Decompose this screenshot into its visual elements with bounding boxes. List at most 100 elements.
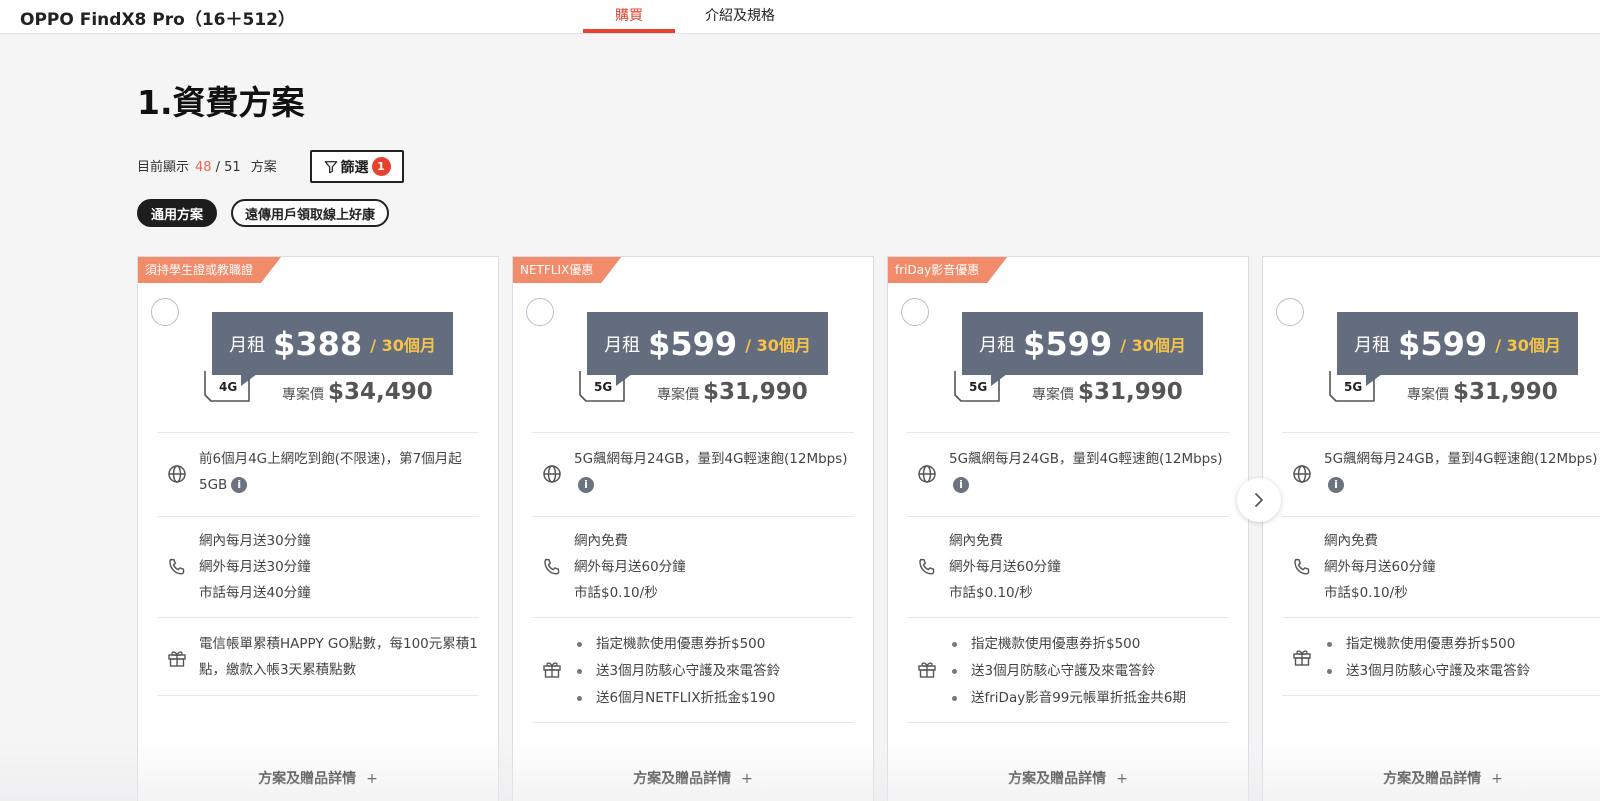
info-icon[interactable]: i	[953, 477, 969, 493]
gift-icon	[166, 647, 188, 669]
plus-icon: +	[1491, 771, 1503, 787]
monthly-price: $599	[1398, 324, 1488, 363]
network-type: 5G	[1344, 380, 1363, 394]
voice-allowance-line: 網外每月送60分鐘	[574, 559, 686, 575]
info-icon[interactable]: i	[578, 477, 594, 493]
data-allowance: 5G飆網每月24GB，量到4G輕速飽(12Mbps) i	[949, 446, 1234, 498]
plan-details-label: 方案及贈品詳情	[258, 771, 357, 787]
info-icon[interactable]: i	[1328, 477, 1344, 493]
filter-button[interactable]: 篩選 1	[310, 150, 404, 183]
plan-details-label: 方案及贈品詳情	[633, 771, 732, 787]
plan-select-radio[interactable]	[901, 298, 929, 326]
showing-suffix: 方案	[250, 160, 277, 175]
chevron-right-icon	[1255, 493, 1263, 507]
filter-count-badge: 1	[371, 157, 391, 176]
plan-details-toggle[interactable]: 方案及贈品詳情 +	[138, 768, 498, 788]
showing-total: / 51	[215, 160, 241, 175]
showing-prefix: 目前顯示	[137, 160, 190, 175]
gift-list-item: 送3個月防駭心守護及來電答鈴	[1324, 658, 1600, 685]
active-tab-indicator	[583, 29, 675, 33]
showing-count: 48	[195, 160, 212, 175]
divider	[907, 432, 1229, 433]
plan-details-toggle[interactable]: 方案及贈品詳情 +	[888, 768, 1248, 788]
voice-allowance: 網內免費 網外每月送60分鐘 市話$0.10/秒	[1324, 528, 1600, 606]
gift-list-item: 指定機款使用優惠券折$500	[574, 631, 859, 658]
voice-allowance-line: 網內免費	[949, 533, 1003, 549]
gift-list-item: 送6個月NETFLIX折抵金$190	[574, 685, 859, 712]
phone-icon	[1291, 556, 1313, 578]
voice-allowance-line: 網內每月送30分鐘	[199, 533, 311, 549]
divider	[157, 432, 479, 433]
gift-list-item: 指定機款使用優惠券折$500	[1324, 631, 1600, 658]
globe-icon	[166, 463, 188, 485]
plan-select-radio[interactable]	[526, 298, 554, 326]
globe-icon	[541, 463, 563, 485]
special-price-label: 專案價	[282, 387, 324, 403]
divider	[907, 516, 1229, 517]
data-allowance: 5G飆網每月24GB，量到4G輕速飽(12Mbps) i	[1324, 446, 1600, 498]
gift-list: 指定機款使用優惠券折$500 送3個月防駭心守護及來電答鈴 送6個月NETFLIX折…	[574, 631, 859, 712]
special-price-row: 專案價 $31,990	[657, 379, 808, 405]
voice-allowance-line: 網外每月送30分鐘	[199, 559, 311, 575]
divider	[1282, 617, 1600, 618]
gift-description: 電信帳單累積HAPPY GO點數，每100元累積1點，繳款入帳3天累積點數	[199, 636, 478, 678]
voice-allowance: 網內每月送30分鐘 網外每月送30分鐘 市話每月送40分鐘	[199, 528, 484, 606]
chip-online-offers[interactable]: 遠傳用戶領取線上好康	[231, 199, 390, 227]
plan-card[interactable]: 須持學生證或教職證 月租 $388 / 30個月 4G 專案價 $34,490 前6個月4G上…	[137, 256, 499, 801]
gift-list-item: 指定機款使用優惠券折$500	[949, 631, 1234, 658]
special-price-label: 專案價	[1407, 387, 1449, 403]
monthly-price-box: 月租 $388 / 30個月	[212, 312, 453, 375]
plan-card[interactable]: NETFLIX優惠 月租 $599 / 30個月 5G 專案價 $31,990 5G飆網每月2…	[512, 256, 874, 801]
monthly-price-box: 月租 $599 / 30個月	[587, 312, 828, 375]
info-icon[interactable]: i	[231, 477, 248, 493]
gift-icon	[1291, 646, 1313, 668]
gift-list-item: 送3個月防駭心守護及來電答鈴	[574, 658, 859, 685]
monthly-price: $388	[273, 324, 363, 363]
divider	[157, 617, 479, 618]
voice-allowance-line: 市話$0.10/秒	[949, 585, 1033, 601]
chip-general-plans[interactable]: 通用方案	[137, 199, 218, 227]
section-title: 1.資費方案	[137, 83, 305, 122]
divider	[1282, 695, 1600, 696]
special-price-label: 專案價	[657, 387, 699, 403]
special-price: $34,490	[328, 379, 433, 405]
contract-term: / 30個月	[370, 335, 436, 355]
plan-select-radio[interactable]	[1276, 298, 1304, 326]
price-label: 月租	[979, 334, 1016, 356]
divider	[157, 516, 479, 517]
tab-intro-specs[interactable]: 介紹及規格	[705, 5, 775, 25]
voice-allowance-line: 網內免費	[574, 533, 628, 549]
plan-count-summary: 目前顯示 48/ 51 方案	[137, 156, 277, 175]
plan-select-radio[interactable]	[151, 298, 179, 326]
plan-details-toggle[interactable]: 方案及贈品詳情 +	[1263, 768, 1600, 788]
divider	[532, 722, 854, 723]
gift-icon	[541, 658, 563, 680]
plan-promo-ribbon: 須持學生證或教職證	[138, 257, 281, 283]
data-allowance-text: 5G飆網每月24GB，量到4G輕速飽(12Mbps)	[1324, 451, 1598, 467]
plan-promo-ribbon: friDay影音優惠	[888, 257, 1007, 283]
contract-term: / 30個月	[1495, 335, 1561, 355]
monthly-price: $599	[1023, 324, 1113, 363]
plan-details-toggle[interactable]: 方案及贈品詳情 +	[513, 768, 873, 788]
filter-label: 篩選	[340, 159, 369, 176]
divider	[532, 617, 854, 618]
plus-icon: +	[1116, 771, 1128, 787]
divider	[1282, 516, 1600, 517]
divider	[1282, 432, 1600, 433]
tab-buy[interactable]: 購買	[583, 5, 675, 25]
special-price: $31,990	[1078, 379, 1183, 405]
divider	[532, 432, 854, 433]
product-name: OPPO FindX8 Pro（16＋512）	[20, 10, 295, 30]
plan-card[interactable]: 月租 $599 / 30個月 5G 專案價 $31,990 5G飆網每月24GB，量到4G輕…	[1262, 256, 1600, 801]
gift-list-item: 送3個月防駭心守護及來電答鈴	[949, 658, 1234, 685]
divider	[907, 617, 1229, 618]
divider	[907, 722, 1229, 723]
voice-allowance-line: 市話$0.10/秒	[1324, 585, 1408, 601]
carousel-next-button[interactable]	[1237, 478, 1281, 522]
network-type: 4G	[219, 380, 238, 394]
phone-icon	[166, 556, 188, 578]
divider	[157, 695, 479, 696]
data-allowance: 前6個月4G上網吃到飽(不限速)，第7個月起5GB i	[199, 446, 484, 498]
gift-list: 指定機款使用優惠券折$500 送3個月防駭心守護及來電答鈴	[1324, 631, 1600, 685]
plan-card[interactable]: friDay影音優惠 月租 $599 / 30個月 5G 專案價 $31,990 5G飆網每月…	[887, 256, 1249, 801]
